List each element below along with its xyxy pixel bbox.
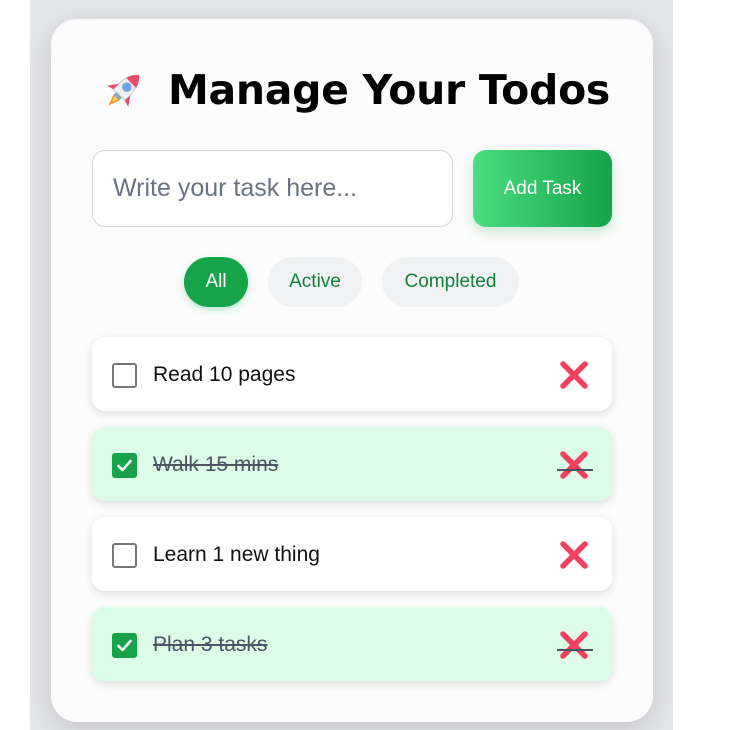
todo-text: Walk 15 mins (153, 453, 279, 476)
filter-all-button[interactable]: All (184, 257, 248, 307)
todo-checkbox[interactable] (112, 453, 137, 478)
filter-active-button[interactable]: Active (268, 257, 362, 307)
todo-text: Learn 1 new thing (153, 543, 320, 566)
delete-todo-button[interactable] (555, 537, 593, 573)
strike-line (557, 649, 593, 651)
todo-text: Read 10 pages (153, 363, 296, 386)
todo-item: Learn 1 new thing (92, 517, 612, 591)
todo-card: Manage Your Todos Add Task All Active Co… (51, 19, 653, 722)
rocket-icon (107, 74, 140, 107)
todo-checkbox[interactable] (112, 543, 137, 568)
todo-item: Plan 3 tasks (92, 607, 612, 681)
delete-todo-button[interactable] (555, 627, 593, 663)
todo-checkbox[interactable] (112, 363, 137, 388)
checkmark-icon (117, 639, 132, 652)
todo-text: Plan 3 tasks (153, 633, 268, 656)
strike-line (557, 469, 593, 471)
todo-checkbox[interactable] (112, 633, 137, 658)
cross-mark-icon (560, 451, 588, 479)
add-task-button[interactable]: Add Task (473, 150, 612, 227)
filter-completed-button[interactable]: Completed (382, 257, 519, 307)
cross-mark-icon (560, 361, 588, 389)
page-title-text: Manage Your Todos (168, 66, 611, 114)
todo-item: Walk 15 mins (92, 427, 612, 501)
page-title: Manage Your Todos (100, 65, 610, 115)
checkmark-icon (117, 459, 132, 472)
cross-mark-icon (560, 541, 588, 569)
delete-todo-button[interactable] (555, 357, 593, 393)
todo-item: Read 10 pages (92, 337, 612, 411)
task-input[interactable] (92, 150, 453, 227)
delete-todo-button[interactable] (555, 447, 593, 483)
cross-mark-icon (560, 631, 588, 659)
